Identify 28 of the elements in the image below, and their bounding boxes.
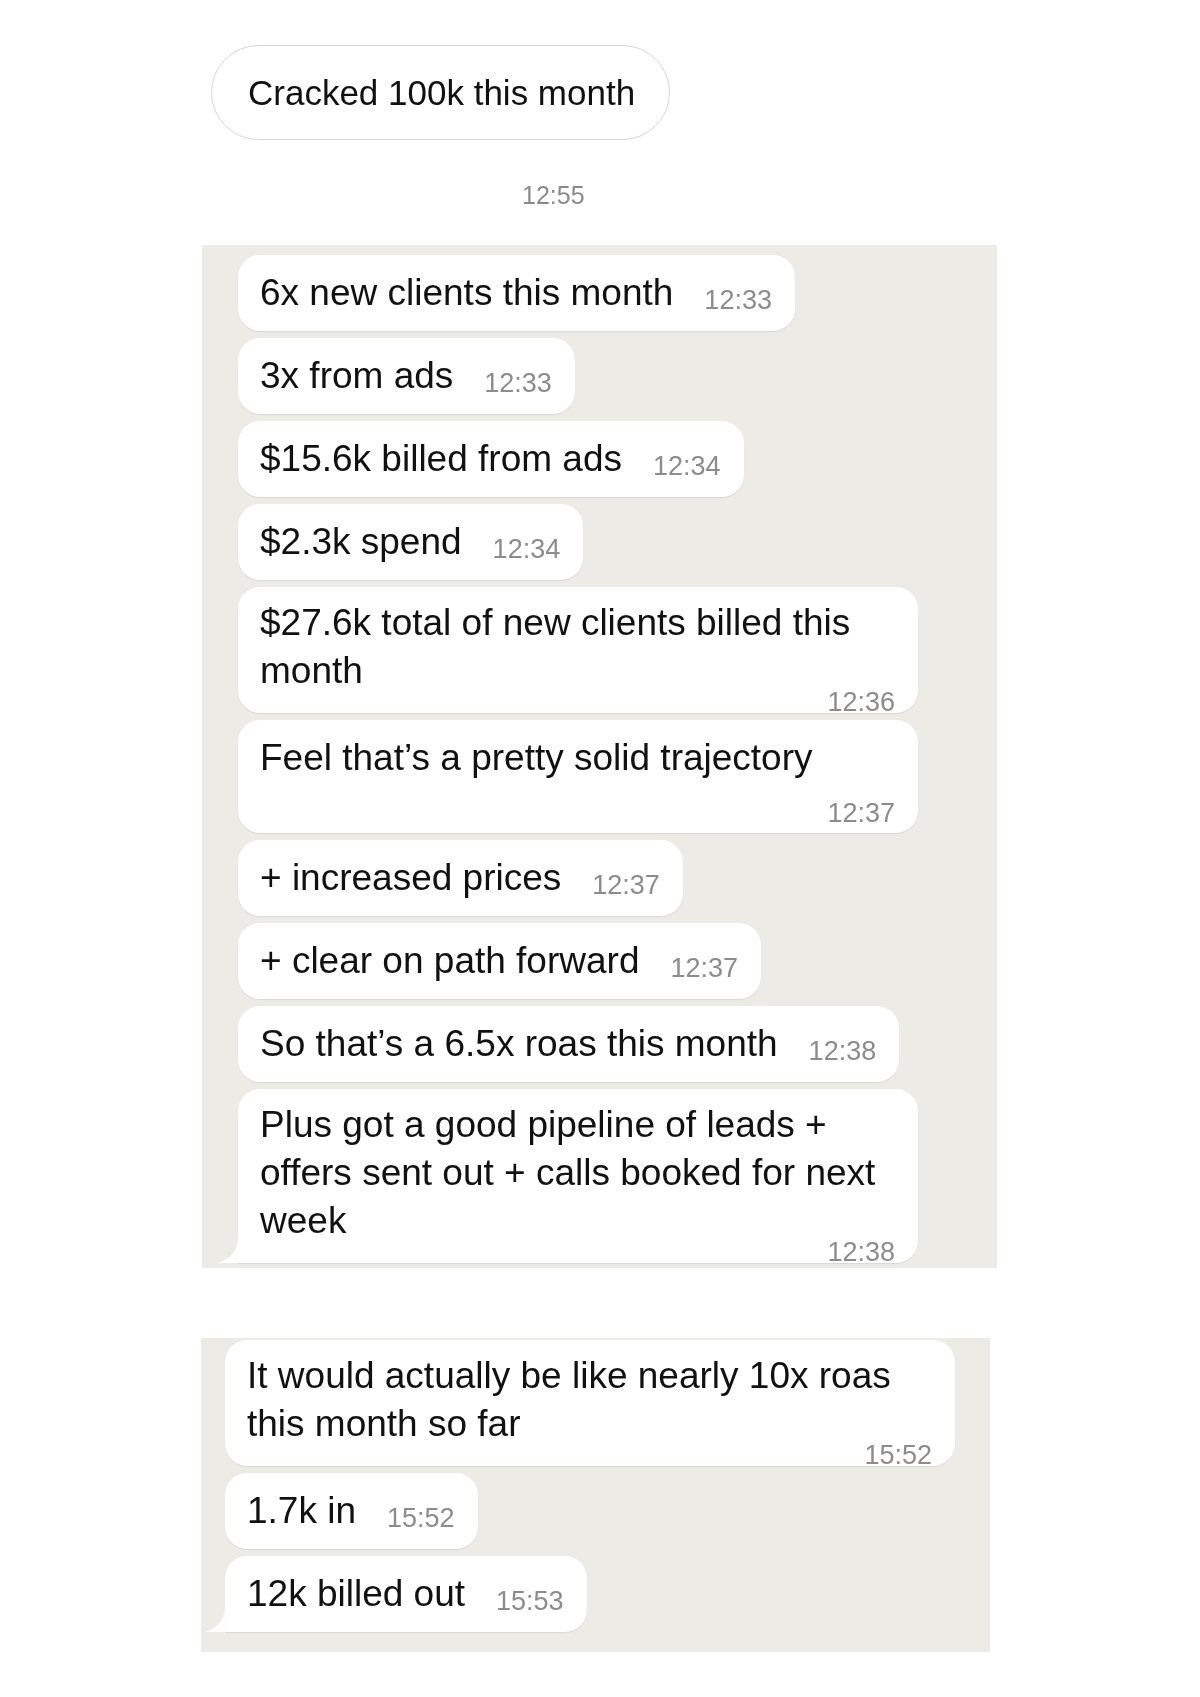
message-text: + increased prices [260, 857, 562, 898]
message-text: + clear on path forward [260, 940, 640, 981]
message-text: 1.7k in [247, 1490, 356, 1531]
message-time: 12:33 [484, 370, 552, 397]
message-text: 12k billed out [247, 1573, 466, 1614]
message-time: 15:52 [864, 1446, 932, 1465]
message-text: $15.6k billed from ads [260, 438, 622, 479]
message-text: Plus got a good pipeline of leads + offers sent out + calls booked for next week [260, 1104, 876, 1241]
message-time: 12:38 [827, 1243, 895, 1262]
message-text: Cracked 100k this month [248, 72, 636, 113]
message-text: $27.6k total of new clients billed this month [260, 602, 851, 691]
message-time: 12:55 [522, 181, 585, 209]
message-time: 12:34 [653, 453, 721, 480]
message-time: 12:33 [704, 287, 772, 314]
message-time: 12:34 [492, 536, 561, 563]
message-time: 15:52 [387, 1505, 455, 1532]
message-time: 15:53 [496, 1588, 564, 1615]
message-time: 12:37 [670, 955, 739, 982]
message-time: 12:37 [592, 872, 660, 899]
message-text: $2.3k spend [260, 521, 462, 562]
message-text: Feel that’s a pretty solid trajectory [260, 737, 813, 778]
message-text: 3x from ads [260, 355, 454, 396]
message-text: 6x new clients this month [260, 272, 674, 313]
message-time: 12:37 [827, 800, 895, 827]
message-text: It would actually be like nearly 10x roas this month so far [247, 1355, 891, 1444]
message-text: So that’s a 6.5x roas this month [260, 1023, 778, 1064]
message-time: 12:36 [827, 693, 895, 712]
message-time: 12:38 [808, 1038, 877, 1065]
